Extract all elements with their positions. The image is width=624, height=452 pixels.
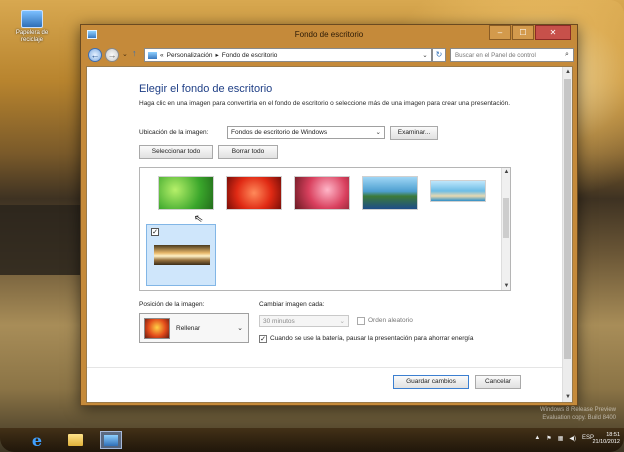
position-label: Posición de la imagen: (139, 301, 205, 308)
control-panel-taskbar-icon (104, 434, 118, 446)
maximize-button[interactable]: ☐ (512, 25, 534, 40)
wallpaper-thumbnail-sunset[interactable] (154, 245, 210, 265)
watermark-line-2: Evaluation copy. Build 8400 (542, 415, 616, 421)
volume-icon[interactable]: ◀) (569, 435, 576, 442)
gallery-scroll-down-icon[interactable]: ▼ (503, 283, 510, 289)
battery-pause-checkbox[interactable]: ✓ (259, 335, 267, 343)
gallery-scrollbar[interactable]: ▲ ▼ (501, 168, 510, 290)
scroll-up-icon[interactable]: ▲ (564, 69, 572, 75)
battery-pause-label[interactable]: Cuando se use la batería, pausar la pres… (270, 335, 473, 342)
interval-value: 30 minutos (263, 318, 295, 325)
breadcrumb-fondo[interactable]: Fondo de escritorio (222, 52, 278, 59)
clock-time: 18:51 (606, 432, 620, 438)
search-input[interactable]: Buscar en el Panel de control ⌕ (450, 48, 574, 62)
search-placeholder: Buscar en el Panel de control (455, 51, 536, 59)
position-preview-image (144, 318, 170, 339)
taskbar: e ▲ ⚑ ▦ ◀) ESP 18:51 21/10/2012 (0, 428, 624, 452)
address-prefix[interactable]: « (160, 52, 164, 59)
breadcrumb-personalizacion[interactable]: Personalización (167, 52, 213, 59)
title-bar[interactable]: Fondo de escritorio – ☐ ✕ (81, 25, 577, 45)
save-changes-button[interactable]: Guardar cambios (393, 375, 469, 389)
chevron-down-icon: ⌄ (237, 325, 243, 332)
chevron-down-icon: ⌄ (339, 318, 345, 325)
page-title: Elegir el fondo de escritorio (139, 83, 273, 95)
minimize-button[interactable]: – (489, 25, 511, 40)
content-pane: ▲ ▼ Elegir el fondo de escritorio Haga c… (86, 66, 573, 403)
control-panel-taskbar-button[interactable] (100, 431, 122, 449)
cancel-button[interactable]: Cancelar (475, 375, 521, 389)
wallpaper-thumbnail-island[interactable] (362, 176, 418, 210)
wallpaper-gallery: ✓ ⇖ ▲ ▼ (139, 167, 511, 291)
change-interval-label: Cambiar imagen cada: (259, 301, 325, 308)
wallpaper-thumbnail-red-leaves[interactable] (226, 176, 282, 210)
recent-pages-dropdown[interactable]: ⌄ (122, 50, 128, 58)
address-bar[interactable]: « Personalización ▸ Fondo de escritorio … (144, 48, 432, 62)
recycle-bin-label: Papelera de reciclaje (15, 30, 49, 43)
location-value: Fondos de escritorio de Windows (231, 129, 328, 136)
action-center-icon[interactable]: ⚑ (546, 435, 551, 442)
recycle-bin-desktop-icon[interactable]: Papelera de reciclaje (10, 10, 54, 44)
mouse-cursor-icon: ⇖ (193, 212, 205, 226)
chevron-down-icon: ⌄ (375, 129, 381, 136)
desktop-background-window: Fondo de escritorio – ☐ ✕ ← → ⌄ ↑ « Pers… (80, 24, 578, 406)
gallery-scroll-thumb[interactable] (503, 198, 509, 238)
scroll-down-icon[interactable]: ▼ (564, 394, 572, 400)
content-scroll-thumb[interactable] (564, 79, 571, 359)
recycle-bin-icon (21, 10, 43, 28)
refresh-button[interactable]: ↻ (432, 48, 446, 62)
location-label: Ubicación de la imagen: (139, 129, 209, 136)
clock-date: 21/10/2012 (592, 439, 620, 445)
close-button[interactable]: ✕ (535, 25, 571, 40)
wallpaper-thumbnail-beach[interactable] (430, 180, 486, 202)
shuffle-label[interactable]: Orden aleatorio (368, 317, 413, 324)
footer-divider (87, 367, 562, 368)
breadcrumb-separator-icon[interactable]: ▸ (216, 51, 219, 59)
tray-arrow-icon[interactable]: ▲ (534, 435, 540, 442)
network-icon[interactable]: ▦ (558, 435, 564, 442)
file-explorer-button[interactable] (64, 431, 86, 449)
back-button[interactable]: ← (88, 48, 102, 62)
window-controls: – ☐ ✕ (488, 25, 571, 40)
position-select[interactable]: Rellenar ⌄ (139, 313, 249, 343)
control-panel-small-icon (148, 51, 157, 59)
search-icon[interactable]: ⌕ (561, 51, 573, 59)
evaluation-watermark: Windows 8 Release Preview Evaluation cop… (540, 406, 616, 422)
watermark-line-1: Windows 8 Release Preview (539, 407, 616, 413)
location-select[interactable]: Fondos de escritorio de Windows ⌄ (227, 126, 385, 139)
up-button[interactable]: ↑ (132, 48, 137, 58)
internet-explorer-icon[interactable]: e (26, 431, 48, 450)
interval-select[interactable]: 30 minutos ⌄ (259, 315, 349, 327)
folder-icon (67, 434, 83, 446)
page-description: Haga clic en una imagen para convertirla… (139, 100, 511, 107)
address-dropdown-icon[interactable]: ⌄ (419, 51, 431, 59)
content-scrollbar[interactable]: ▲ ▼ (562, 67, 572, 402)
system-tray: ▲ ⚑ ▦ ◀) ESP (534, 435, 594, 442)
shuffle-checkbox[interactable] (357, 317, 365, 325)
desktop: Papelera de reciclaje Fondo de escritori… (0, 0, 624, 452)
forward-button[interactable]: → (105, 48, 119, 62)
select-all-button[interactable]: Seleccionar todo (139, 145, 213, 159)
clear-all-button[interactable]: Borrar todo (218, 145, 278, 159)
navigation-bar: ← → ⌄ ↑ « Personalización ▸ Fondo de esc… (86, 45, 574, 65)
wallpaper-thumbnail-flower[interactable] (294, 176, 350, 210)
clock[interactable]: 18:51 21/10/2012 (592, 432, 620, 446)
wallpaper-thumbnail-selected[interactable]: ✓ (146, 224, 216, 286)
wallpaper-thumbnail-clover[interactable] (158, 176, 214, 210)
wallpaper-checkbox[interactable]: ✓ (151, 228, 159, 236)
browse-button[interactable]: Examinar... (390, 126, 438, 140)
position-value: Rellenar (176, 325, 201, 332)
gallery-scroll-up-icon[interactable]: ▲ (503, 169, 510, 175)
